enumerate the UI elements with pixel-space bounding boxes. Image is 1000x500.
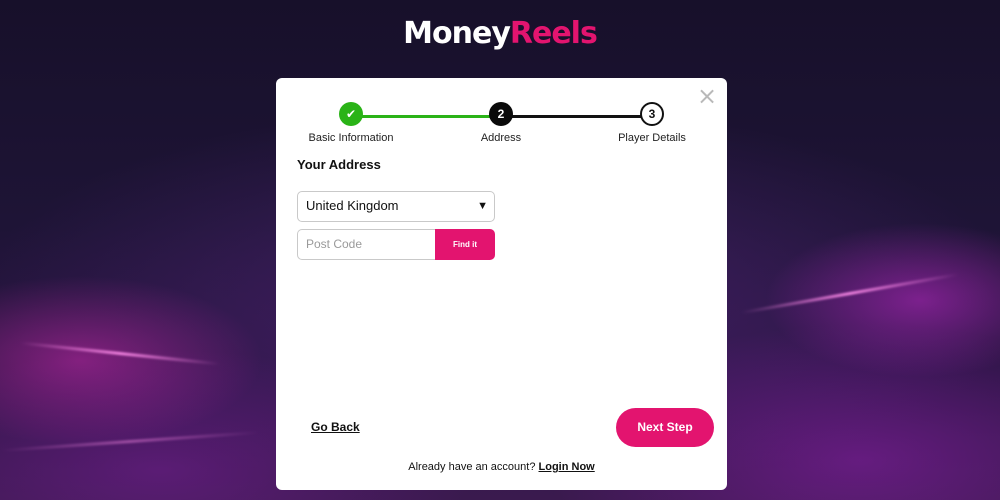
step-label: Player Details bbox=[618, 132, 686, 144]
step-player-details: 3 Player Details bbox=[582, 102, 722, 144]
section-title: Your Address bbox=[297, 157, 381, 172]
login-prompt-text: Already have an account? bbox=[408, 461, 536, 473]
light-streak bbox=[20, 341, 220, 366]
go-back-link[interactable]: Go Back bbox=[311, 420, 360, 434]
step-label: Basic Information bbox=[308, 132, 394, 144]
step-label: Address bbox=[480, 132, 522, 144]
light-streak bbox=[741, 272, 959, 315]
find-address-button[interactable]: Find it bbox=[435, 229, 495, 260]
step-address: 2 Address bbox=[431, 102, 571, 144]
login-now-link[interactable]: Login Now bbox=[539, 461, 595, 473]
brand-logo-part2: Reels bbox=[509, 16, 598, 51]
brand-logo[interactable]: MoneyReels bbox=[0, 16, 1000, 51]
step-basic-information: ✔ Basic Information bbox=[281, 102, 421, 144]
progress-stepper: ✔ Basic Information 2 Address 3 Player D… bbox=[276, 102, 727, 152]
login-prompt: Already have an account? Login Now bbox=[276, 461, 727, 473]
chevron-down-icon: ▼ bbox=[477, 200, 488, 212]
registration-modal: × ✔ Basic Information 2 Address 3 Player… bbox=[276, 78, 727, 490]
postcode-input[interactable]: Post Code bbox=[297, 229, 436, 260]
country-select[interactable]: United Kingdom ▼ bbox=[297, 191, 495, 222]
next-step-button[interactable]: Next Step bbox=[616, 408, 714, 447]
step-number: 3 bbox=[640, 102, 664, 126]
brand-logo-part1: Money bbox=[403, 16, 511, 51]
country-select-value: United Kingdom bbox=[306, 198, 399, 213]
light-streak bbox=[0, 430, 260, 453]
step-number: 2 bbox=[489, 102, 513, 126]
check-icon: ✔ bbox=[339, 102, 363, 126]
